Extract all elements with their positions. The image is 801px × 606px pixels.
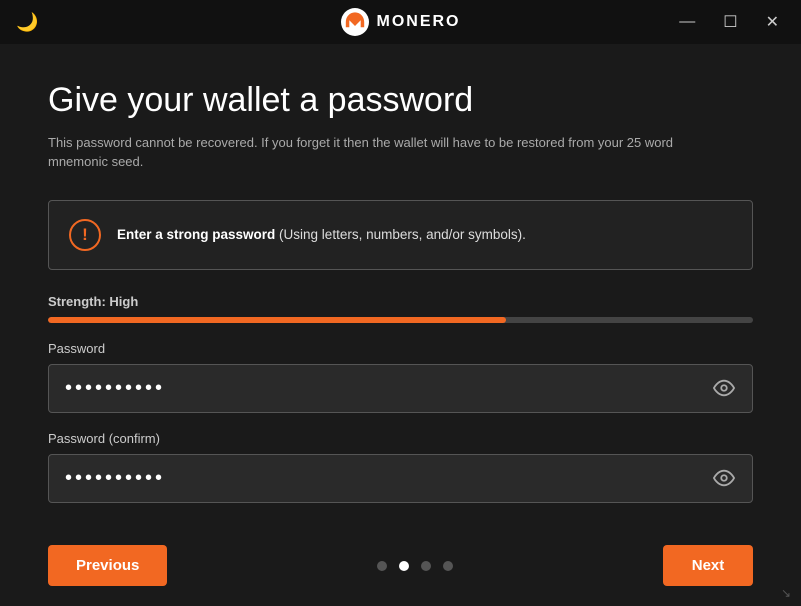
warning-icon: ! [69, 219, 101, 251]
pagination-dots [377, 561, 453, 571]
password-field-section: Password [48, 341, 753, 413]
title-bar-left: 🌙 [16, 12, 38, 33]
warning-box: ! Enter a strong password (Using letters… [48, 200, 753, 270]
pagination-dot-1[interactable] [377, 561, 387, 571]
page-title: Give your wallet a password [48, 80, 753, 121]
confirm-password-input-wrapper [48, 454, 753, 503]
password-input[interactable] [48, 364, 753, 413]
monero-logo-icon [341, 8, 369, 36]
close-button[interactable]: ✕ [760, 8, 785, 36]
next-button[interactable]: Next [663, 545, 753, 586]
main-content: Give your wallet a password This passwor… [0, 44, 801, 541]
app-title: MONERO [377, 13, 461, 31]
strength-bar-fill [48, 317, 506, 323]
eye-icon [713, 377, 735, 399]
password-input-wrapper [48, 364, 753, 413]
title-bar-right: — ☐ ✕ [673, 8, 785, 36]
pagination-dot-2[interactable] [399, 561, 409, 571]
pagination-dot-3[interactable] [421, 561, 431, 571]
subtitle-text: This password cannot be recovered. If yo… [48, 133, 728, 172]
warning-bold-text: Enter a strong password [117, 227, 275, 242]
title-bar: 🌙 MONERO — ☐ ✕ [0, 0, 801, 44]
confirm-password-field-section: Password (confirm) [48, 431, 753, 503]
strength-bar-background [48, 317, 753, 323]
password-label: Password [48, 341, 753, 356]
confirm-password-input[interactable] [48, 454, 753, 503]
minimize-button[interactable]: — [673, 9, 701, 35]
warning-text: Enter a strong password (Using letters, … [117, 227, 526, 242]
password-toggle-visibility-button[interactable] [709, 373, 739, 403]
confirm-password-label: Password (confirm) [48, 431, 753, 446]
maximize-button[interactable]: ☐ [717, 8, 743, 36]
strength-section: Strength: High [48, 294, 753, 323]
warning-rest-text: (Using letters, numbers, and/or symbols)… [275, 227, 526, 242]
bottom-navigation: Previous Next [0, 529, 801, 606]
resize-handle[interactable]: ↘ [781, 586, 797, 602]
title-bar-center: MONERO [341, 8, 461, 36]
strength-label: Strength: High [48, 294, 753, 309]
eye-confirm-icon [713, 467, 735, 489]
previous-button[interactable]: Previous [48, 545, 167, 586]
moon-icon[interactable]: 🌙 [16, 12, 38, 33]
pagination-dot-4[interactable] [443, 561, 453, 571]
confirm-password-toggle-visibility-button[interactable] [709, 463, 739, 493]
